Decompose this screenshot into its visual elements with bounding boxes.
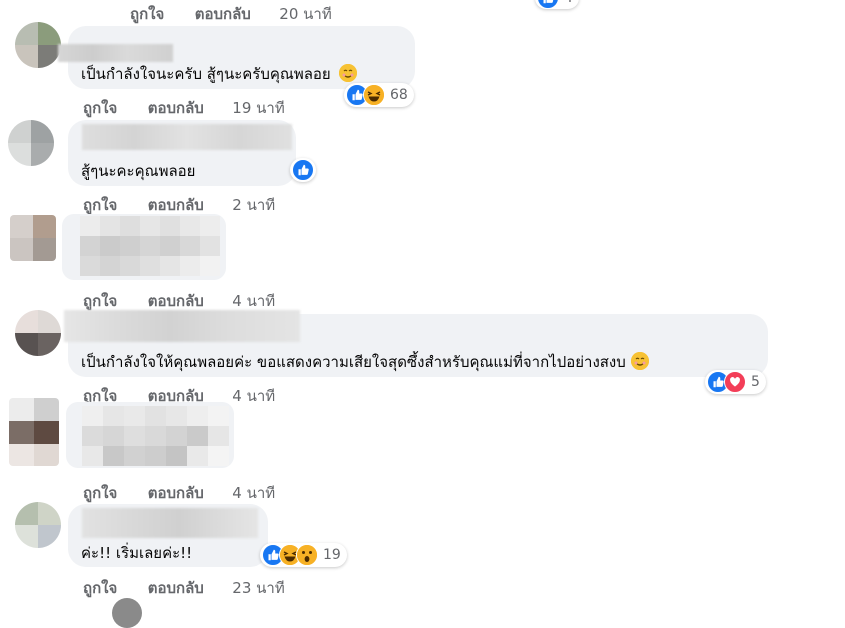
reaction-count: 4: [564, 0, 573, 6]
avatar[interactable]: [15, 22, 61, 68]
reaction-count: 68: [390, 87, 408, 103]
like-link[interactable]: ถูกใจ: [83, 484, 117, 502]
avatar[interactable]: [10, 215, 56, 261]
commenter-name[interactable]: [58, 44, 173, 62]
comment-bubble: ค่ะ!! เริ่มเลยค่ะ!!: [68, 504, 268, 567]
timestamp[interactable]: 2 นาที: [232, 196, 275, 214]
comment-actions: ถูกใจ ตอบกลับ 19 นาที: [83, 96, 285, 120]
reply-link[interactable]: ตอบกลับ: [195, 5, 251, 23]
comment-0-actions: ถูกใจ ตอบกลับ 20 นาที: [130, 2, 332, 26]
avatar[interactable]: [8, 120, 54, 166]
reaction-summary[interactable]: [290, 158, 316, 182]
comment-text: เป็นกำลังใจนะครับ สู้ๆนะครับคุณพลอย: [81, 62, 358, 86]
like-link[interactable]: ถูกใจ: [83, 292, 117, 310]
like-link[interactable]: ถูกใจ: [83, 99, 117, 117]
smile-emoji: [339, 64, 358, 82]
timestamp[interactable]: 4 นาที: [232, 292, 275, 310]
reply-link[interactable]: ตอบกลับ: [148, 579, 204, 597]
smile-emoji: [630, 352, 649, 370]
reaction-count: 5: [751, 374, 760, 390]
reaction-summary[interactable]: 4: [535, 0, 579, 9]
like-icon: [537, 0, 559, 9]
commenter-name[interactable]: [82, 124, 292, 150]
reaction-summary[interactable]: 5: [705, 370, 766, 394]
avatar[interactable]: [15, 502, 61, 548]
timestamp[interactable]: 4 นาที: [232, 387, 275, 405]
comment-bubble: เป็นกำลังใจนะครับ สู้ๆนะครับคุณพลอย: [58, 26, 415, 89]
reaction-summary[interactable]: 68: [344, 83, 414, 107]
comment-text: สู้ๆนะคะคุณพลอย: [81, 162, 196, 180]
reaction-count: 19: [323, 547, 341, 563]
commenter-name[interactable]: [64, 310, 300, 342]
comment-text: ค่ะ!! เริ่มเลยค่ะ!!: [81, 544, 193, 562]
reply-link[interactable]: ตอบกลับ: [148, 292, 204, 310]
comment-bubble: สู้ๆนะคะคุณพลอย: [68, 120, 296, 186]
reaction-summary[interactable]: 19: [260, 543, 347, 567]
timestamp[interactable]: 20 นาที: [279, 5, 331, 23]
comment-actions: ถูกใจ ตอบกลับ 23 นาที: [83, 576, 285, 600]
like-link[interactable]: ถูกใจ: [130, 5, 164, 23]
comment-bubble: [62, 214, 226, 280]
haha-icon: [363, 84, 385, 106]
commenter-name[interactable]: [82, 508, 258, 538]
pixelated-content: [80, 216, 220, 276]
pixelated-content: [82, 406, 229, 466]
reply-link[interactable]: ตอบกลับ: [148, 484, 204, 502]
comment-actions: ถูกใจ ตอบกลับ 4 นาที: [83, 481, 275, 505]
comment-bubble: [66, 402, 234, 468]
timestamp[interactable]: 23 นาที: [232, 579, 284, 597]
avatar[interactable]: [9, 398, 59, 466]
reply-link[interactable]: ตอบกลับ: [148, 196, 204, 214]
wow-icon: [296, 544, 318, 566]
avatar[interactable]: [15, 310, 61, 356]
like-icon: [292, 159, 314, 181]
comment-bubble: เป็นกำลังใจให้คุณพลอยค่ะ ขอแสดงความเสียใ…: [64, 310, 768, 377]
love-icon: [724, 371, 746, 393]
like-link[interactable]: ถูกใจ: [83, 196, 117, 214]
comment-text: เป็นกำลังใจให้คุณพลอยค่ะ ขอแสดงความเสียใ…: [81, 350, 649, 374]
like-link[interactable]: ถูกใจ: [83, 579, 117, 597]
reply-link[interactable]: ตอบกลับ: [148, 99, 204, 117]
timestamp[interactable]: 4 นาที: [232, 484, 275, 502]
timestamp[interactable]: 19 นาที: [232, 99, 284, 117]
